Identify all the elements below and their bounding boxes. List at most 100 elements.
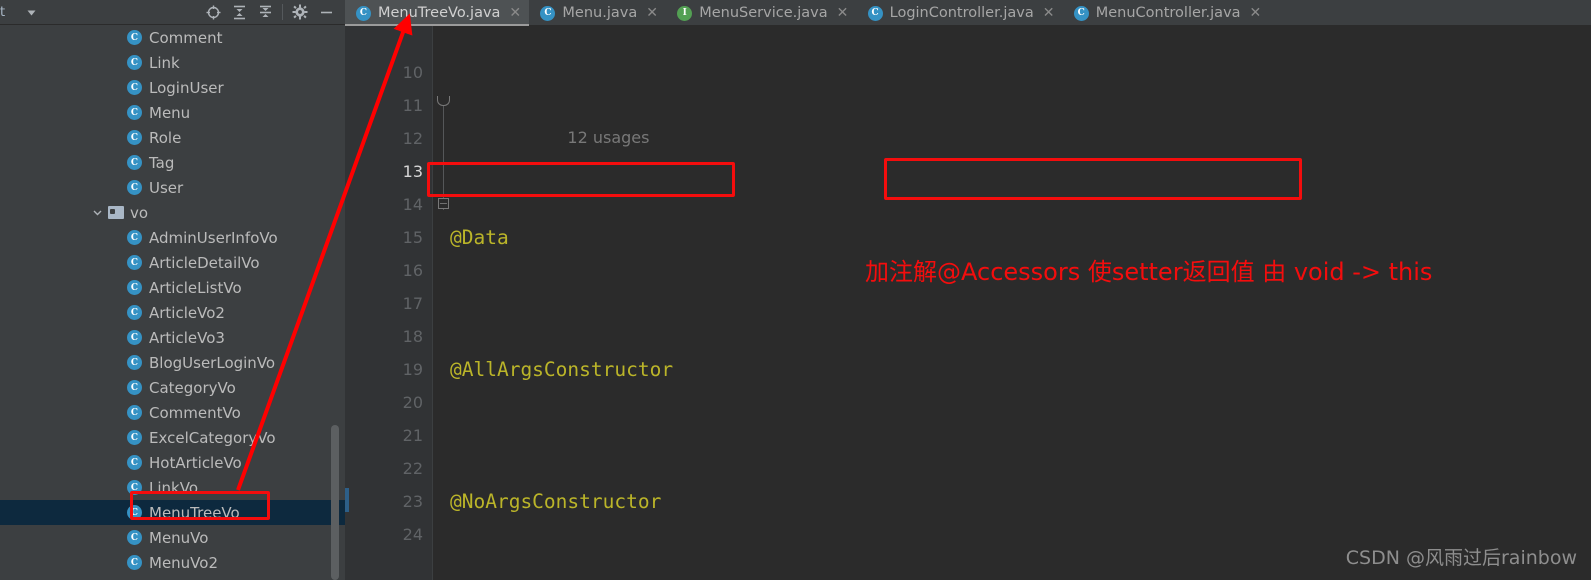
tree-item-link[interactable]: C Link: [0, 50, 345, 75]
code-line-11: @AllArgsConstructor: [450, 353, 1591, 386]
class-icon-letter: C: [127, 255, 142, 270]
code-fold-rail: [443, 98, 444, 210]
tree-item-articlevo3[interactable]: C ArticleVo3: [0, 325, 345, 350]
tree-item-label: CommentVo: [149, 403, 241, 422]
class-icon-letter: C: [127, 455, 142, 470]
tree-item-label: ExcelCategoryVo: [149, 428, 276, 447]
annotation-noargsconstructor: @NoArgsConstructor: [450, 490, 662, 513]
fold-handle-line10[interactable]: [437, 96, 450, 106]
class-icon: C: [126, 179, 143, 196]
tree-item-menuvo2[interactable]: C MenuVo2: [0, 550, 345, 575]
tree-item-menuvo[interactable]: C MenuVo: [0, 525, 345, 550]
editor-tabbar[interactable]: C MenuTreeVo.java ✕ C Menu.java ✕ I MenuService…: [345, 0, 1591, 26]
class-icon: C: [126, 229, 143, 246]
editor-tab-menucontroller[interactable]: C MenuController.java ✕: [1063, 0, 1270, 26]
class-icon: C: [126, 29, 143, 46]
tree-item-vo[interactable]: vo: [0, 200, 345, 225]
code-line-10: @Data: [450, 221, 1591, 254]
class-icon-letter: C: [127, 530, 142, 545]
line-number-13: 13: [402, 162, 423, 181]
folder-icon: [107, 204, 124, 221]
tree-item-adminuserinfovo[interactable]: C AdminUserInfoVo: [0, 225, 345, 250]
class-icon-letter: C: [127, 305, 142, 320]
project-panel: t C Comment C Link C LoginUser C Menu C …: [0, 0, 345, 580]
tree-item-tag[interactable]: C Tag: [0, 150, 345, 175]
class-icon: C: [126, 404, 143, 421]
tree-item-label: User: [149, 178, 184, 197]
class-icon-letter: C: [127, 555, 142, 570]
chevron-down-icon[interactable]: [18, 0, 44, 24]
class-icon-letter: C: [127, 180, 142, 195]
tree-item-comment[interactable]: C Comment: [0, 25, 345, 50]
tree-item-label: vo: [130, 203, 149, 222]
tree-item-linkvo[interactable]: C LinkVo: [0, 475, 345, 500]
settings-gear-icon[interactable]: [287, 0, 313, 24]
tree-item-label: AdminUserInfoVo: [149, 228, 278, 247]
class-icon: C: [1073, 5, 1089, 21]
tree-item-hotarticlevo[interactable]: C HotArticleVo: [0, 450, 345, 475]
expand-all-icon[interactable]: [226, 0, 252, 24]
line-number-20: 20: [402, 393, 423, 412]
class-icon: C: [126, 304, 143, 321]
fold-handle-line13[interactable]: −: [438, 198, 449, 209]
class-icon: C: [867, 5, 883, 21]
code-line-12: @NoArgsConstructor: [450, 485, 1591, 518]
usages-hint[interactable]: 12 usages: [567, 128, 649, 147]
class-icon-letter: C: [127, 230, 142, 245]
class-icon: C: [126, 79, 143, 96]
tree-item-user[interactable]: C User: [0, 175, 345, 200]
tree-item-articledetailvo[interactable]: C ArticleDetailVo: [0, 250, 345, 275]
tree-item-label: Role: [149, 128, 182, 147]
gutter-change-marker: [345, 488, 349, 512]
editor-tab-menuservice[interactable]: I MenuService.java ✕: [666, 0, 856, 26]
project-tree-scrollbar[interactable]: [331, 425, 339, 580]
class-icon-letter: C: [127, 505, 142, 520]
tree-item-categoryvo[interactable]: C CategoryVo: [0, 375, 345, 400]
project-file-tree[interactable]: C Comment C Link C LoginUser C Menu C Role C Tag C Us…: [0, 25, 345, 580]
line-number-24: 24: [402, 525, 423, 544]
editor-tab-menu[interactable]: C Menu.java ✕: [529, 0, 666, 26]
tree-item-label: MenuVo2: [149, 553, 219, 572]
close-icon[interactable]: ✕: [1043, 5, 1055, 21]
locate-file-icon[interactable]: [200, 0, 226, 24]
class-icon: C: [356, 5, 371, 21]
close-icon[interactable]: ✕: [837, 5, 849, 21]
chevron-down-icon[interactable]: [90, 206, 104, 220]
collapse-all-icon[interactable]: [252, 0, 278, 24]
tree-item-label: MenuVo: [149, 528, 209, 547]
class-icon: C: [126, 529, 143, 546]
close-icon[interactable]: ✕: [646, 5, 658, 21]
tree-item-bloguserloginvo[interactable]: C BlogUserLoginVo: [0, 350, 345, 375]
line-number-15: 15: [402, 228, 423, 247]
tree-item-label: Comment: [149, 28, 223, 47]
code-line-usages: 12 usages: [450, 92, 1591, 147]
line-number-22: 22: [402, 459, 423, 478]
class-icon-letter: C: [127, 330, 142, 345]
close-icon[interactable]: ✕: [509, 5, 521, 21]
editor-tab-menutreevo[interactable]: C MenuTreeVo.java ✕: [345, 0, 530, 26]
tree-item-commentvo[interactable]: C CommentVo: [0, 400, 345, 425]
close-icon[interactable]: ✕: [1250, 5, 1262, 21]
editor-tab-logincontroller[interactable]: C LoginController.java ✕: [857, 0, 1063, 26]
tree-item-role[interactable]: C Role: [0, 125, 345, 150]
class-icon-letter: C: [127, 405, 142, 420]
tree-item-articlelistvo[interactable]: C ArticleListVo: [0, 275, 345, 300]
hide-panel-icon[interactable]: [313, 0, 339, 24]
tree-item-loginuser[interactable]: C LoginUser: [0, 75, 345, 100]
class-icon: C: [126, 329, 143, 346]
tree-item-menutreevo[interactable]: C MenuTreeVo: [0, 500, 345, 525]
code-editor[interactable]: 10 11 12 13 14 15 16 17 18 19 20 21 22 23 24 − 12 usag…: [345, 26, 1591, 580]
ide-window: t C Comment C Link C LoginUser C Menu C …: [0, 0, 1591, 580]
tree-item-articlevo2[interactable]: C ArticleVo2: [0, 300, 345, 325]
tab-label: MenuController.java: [1095, 5, 1241, 21]
class-icon-letter: C: [127, 30, 142, 45]
tree-item-label: MenuTreeVo: [149, 503, 240, 522]
tree-item-excelcategoryvo[interactable]: C ExcelCategoryVo: [0, 425, 345, 450]
tree-item-menu[interactable]: C Menu: [0, 100, 345, 125]
class-icon-letter: C: [127, 105, 142, 120]
line-number-23: 23: [402, 492, 423, 511]
tree-item-label: ArticleVo2: [149, 303, 225, 322]
tab-label: MenuTreeVo.java: [378, 5, 501, 21]
annotation-data: @Data: [450, 226, 509, 249]
fold-minus-glyph: −: [438, 197, 449, 210]
